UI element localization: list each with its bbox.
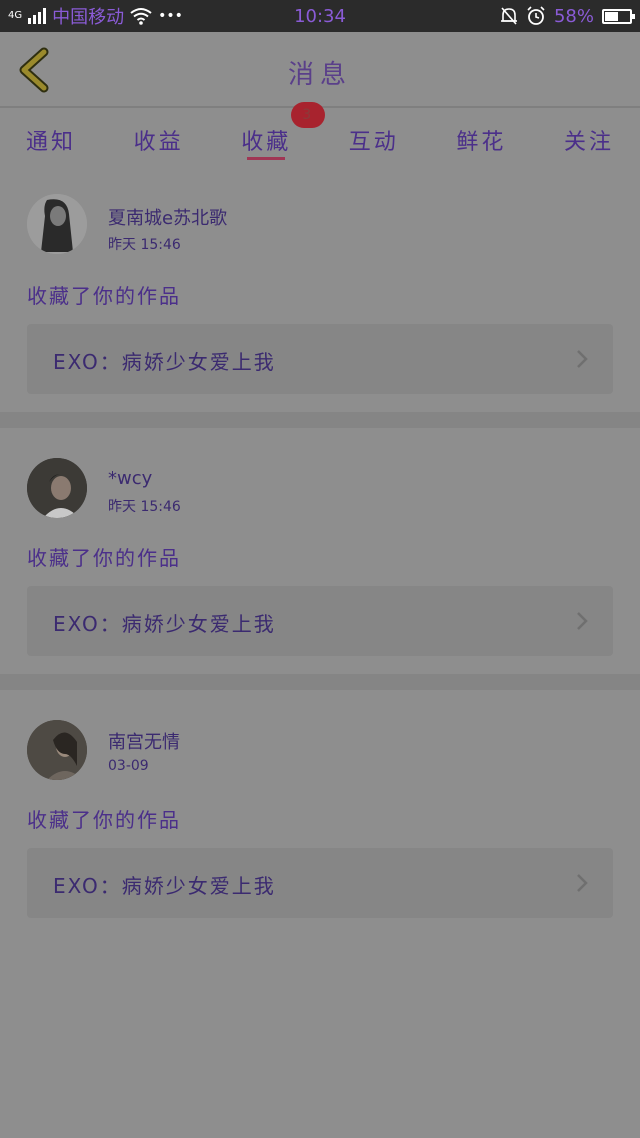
nav-header: 消息 <box>0 32 640 108</box>
status-left: 4G 中国移动 ••• <box>8 3 183 29</box>
tab-label: 关注 <box>563 130 614 155</box>
avatar-image <box>27 458 87 518</box>
network-type: 4G <box>8 10 23 21</box>
action-text: 收藏了你的作品 <box>27 284 181 308</box>
page-title: 消息 <box>287 60 352 90</box>
tab-interactions[interactable]: 互动 <box>349 108 399 166</box>
tab-label: 通知 <box>26 130 77 155</box>
tab-flowers[interactable]: 鲜花 <box>456 108 506 166</box>
timestamp: 昨天 15:46 <box>108 499 181 515</box>
signal-icon <box>28 8 47 24</box>
message-item: 夏南城e苏北歌 昨天 15:46 收藏了你的作品 EXO：病娇少女爱上我 <box>0 166 640 412</box>
username[interactable]: 南宫无情 <box>108 728 180 754</box>
timestamp: 03-09 <box>108 758 149 774</box>
battery-percent: 58% <box>553 5 594 27</box>
more-indicator: ••• <box>158 8 183 24</box>
avatar[interactable] <box>27 194 87 254</box>
avatar[interactable] <box>27 720 87 780</box>
bell-muted-icon <box>500 7 517 25</box>
carrier-name: 中国移动 <box>52 7 125 28</box>
tab-label: 互动 <box>348 130 399 155</box>
tab-label: 鲜花 <box>456 130 507 155</box>
tab-label: 收益 <box>133 130 184 155</box>
tab-favorites[interactable]: 收藏 3 <box>241 102 326 166</box>
username[interactable]: *wcy <box>108 468 152 489</box>
work-link[interactable]: EXO：病娇少女爱上我 <box>27 324 613 394</box>
username[interactable]: 夏南城e苏北歌 <box>108 204 227 230</box>
wifi-icon <box>130 8 152 25</box>
action-text: 收藏了你的作品 <box>27 546 181 570</box>
work-title: EXO：病娇少女爱上我 <box>53 874 276 898</box>
battery-icon <box>602 8 635 24</box>
chevron-right-icon <box>577 874 588 892</box>
work-title: EXO：病娇少女爱上我 <box>53 350 276 374</box>
tab-notifications[interactable]: 通知 <box>26 108 76 166</box>
tab-earnings[interactable]: 收益 <box>134 108 184 166</box>
unread-badge: 3 <box>291 102 326 128</box>
chevron-right-icon <box>577 612 588 630</box>
divider <box>0 674 640 690</box>
tab-label: 收藏 <box>241 130 292 155</box>
action-text: 收藏了你的作品 <box>27 808 181 832</box>
divider <box>0 412 640 428</box>
message-item: 南宫无情 03-09 收藏了你的作品 EXO：病娇少女爱上我 <box>0 690 640 936</box>
alarm-icon <box>527 6 545 25</box>
status-right: 58% <box>500 5 635 27</box>
chevron-right-icon <box>577 350 588 368</box>
timestamp: 昨天 15:46 <box>108 237 181 253</box>
avatar[interactable] <box>27 458 87 518</box>
work-link[interactable]: EXO：病娇少女爱上我 <box>27 848 613 918</box>
work-link[interactable]: EXO：病娇少女爱上我 <box>27 586 613 656</box>
tab-bar: 通知 收益 收藏 3 互动 鲜花 关注 <box>0 102 640 166</box>
avatar-image <box>27 720 87 780</box>
message-item: *wcy 昨天 15:46 收藏了你的作品 EXO：病娇少女爱上我 <box>0 428 640 674</box>
status-bar: 4G 中国移动 ••• 10:34 58% <box>0 0 640 32</box>
work-title: EXO：病娇少女爱上我 <box>53 612 276 636</box>
tab-following[interactable]: 关注 <box>564 108 614 166</box>
avatar-image <box>27 194 87 254</box>
